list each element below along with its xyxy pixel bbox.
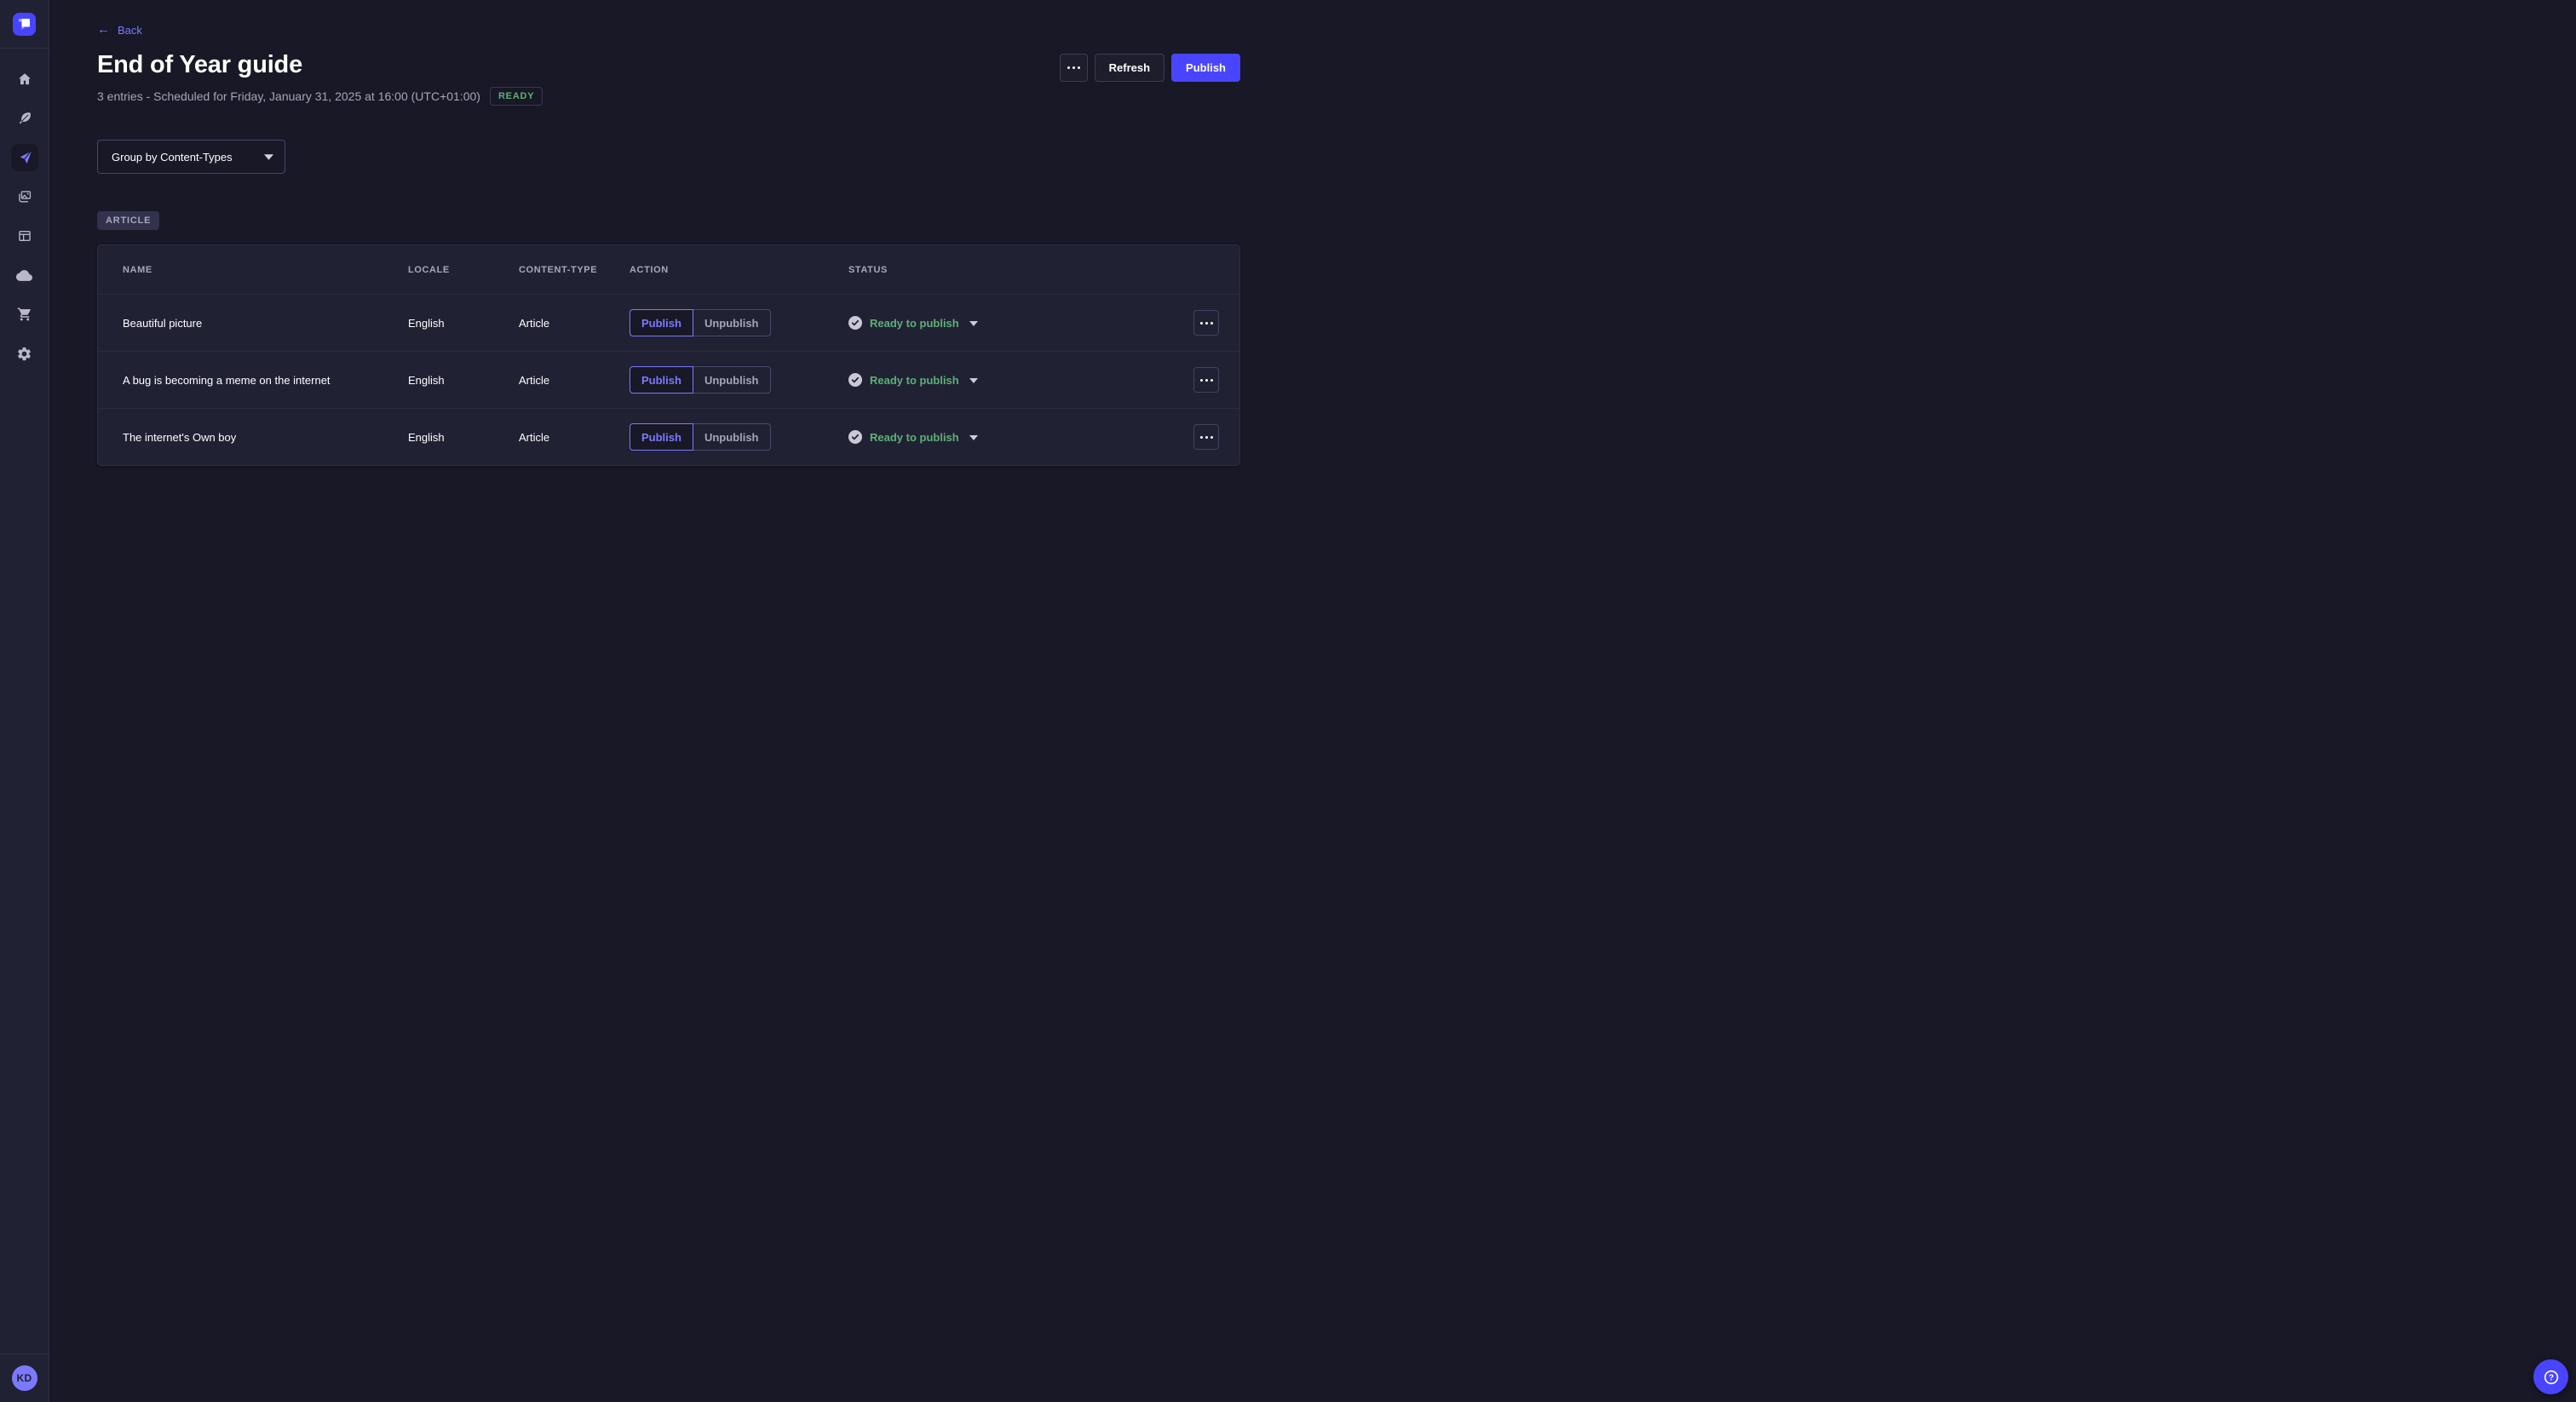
entry-name: Beautiful picture (123, 317, 408, 330)
check-circle-icon (848, 373, 862, 387)
entry-status-label: Ready to publish (870, 431, 959, 444)
publish-release-button[interactable]: Publish (1171, 54, 1240, 82)
action-toggle: Publish Unpublish (630, 423, 848, 451)
images-icon (17, 189, 32, 204)
table-row: The internet's Own boy English Article P… (98, 408, 1239, 465)
group-by-select[interactable]: Group by Content-Types (97, 140, 285, 174)
entry-status[interactable]: Ready to publish (848, 316, 1166, 330)
table-header-row: NAME LOCALE CONTENT-TYPE ACTION STATUS (98, 245, 1239, 294)
col-header-locale: LOCALE (408, 265, 519, 275)
gear-icon (16, 346, 32, 362)
sidebar-item-cloud[interactable] (0, 256, 49, 295)
sidebar: KD (0, 0, 49, 1402)
entry-content-type: Article (519, 431, 630, 444)
sidebar-item-home[interactable] (0, 60, 49, 99)
cloud-icon (16, 267, 32, 284)
home-icon (17, 72, 32, 87)
layout-icon (17, 228, 32, 244)
svg-text:?: ? (2548, 1373, 2553, 1382)
col-header-name: NAME (123, 265, 408, 275)
row-more-button[interactable] (1193, 424, 1219, 450)
table-row: Beautiful picture English Article Publis… (98, 294, 1239, 351)
logo-section (0, 0, 49, 49)
entry-content-type: Article (519, 317, 630, 330)
release-subtitle: 3 entries - Scheduled for Friday, Januar… (97, 89, 480, 103)
action-toggle: Publish Unpublish (630, 366, 848, 394)
sidebar-item-content-manager[interactable] (0, 99, 49, 138)
entry-status[interactable]: Ready to publish (848, 430, 1166, 444)
entry-status[interactable]: Ready to publish (848, 373, 1166, 387)
unpublish-option-button[interactable]: Unpublish (693, 423, 771, 451)
content-type-group-badge: ARTICLE (97, 211, 159, 230)
more-horizontal-icon (1200, 436, 1213, 439)
status-badge: READY (490, 87, 543, 106)
sidebar-nav (0, 49, 49, 373)
chevron-down-icon (969, 378, 978, 383)
entry-content-type: Article (519, 374, 630, 387)
row-more-button[interactable] (1193, 367, 1219, 393)
sidebar-item-releases[interactable] (0, 138, 49, 177)
group-by-label: Group by Content-Types (112, 151, 233, 164)
entry-name: The internet's Own boy (123, 431, 408, 444)
check-circle-icon (848, 430, 862, 444)
col-header-action: ACTION (630, 265, 848, 275)
help-button[interactable]: ? (2533, 1359, 2568, 1394)
table-row: A bug is becoming a meme on the internet… (98, 351, 1239, 408)
paper-plane-icon (17, 150, 32, 165)
more-options-button[interactable] (1060, 54, 1088, 82)
chevron-down-icon (969, 321, 978, 326)
back-arrow-icon: ← (97, 24, 110, 36)
entry-name: A bug is becoming a meme on the internet (123, 374, 408, 387)
back-label: Back (118, 24, 142, 37)
header-actions: Refresh Publish (1060, 54, 1240, 82)
back-link[interactable]: ← Back (97, 24, 142, 37)
entry-status-label: Ready to publish (870, 374, 959, 387)
sidebar-item-settings[interactable] (0, 334, 49, 373)
title-block: End of Year guide 3 entries - Scheduled … (97, 52, 543, 106)
main-content: ← Back End of Year guide 3 entries - Sch… (49, 0, 1288, 466)
entries-table: NAME LOCALE CONTENT-TYPE ACTION STATUS B… (97, 244, 1240, 466)
check-circle-icon (848, 316, 862, 330)
page-header: End of Year guide 3 entries - Scheduled … (97, 52, 1240, 106)
sidebar-item-marketplace[interactable] (0, 295, 49, 334)
user-avatar[interactable]: KD (12, 1365, 37, 1391)
sidebar-item-media-library[interactable] (0, 177, 49, 216)
row-more-button[interactable] (1193, 310, 1219, 336)
strapi-logo-icon[interactable] (13, 13, 36, 36)
unpublish-option-button[interactable]: Unpublish (693, 309, 771, 336)
sidebar-item-content-type-builder[interactable] (0, 216, 49, 256)
entry-locale: English (408, 431, 519, 444)
chevron-down-icon (969, 435, 978, 440)
entry-status-label: Ready to publish (870, 317, 959, 330)
action-toggle: Publish Unpublish (630, 309, 848, 336)
feather-icon (17, 111, 32, 126)
page-title: End of Year guide (97, 52, 543, 78)
refresh-button[interactable]: Refresh (1095, 54, 1164, 82)
col-header-content-type: CONTENT-TYPE (519, 265, 630, 275)
subtitle-row: 3 entries - Scheduled for Friday, Januar… (97, 87, 543, 106)
publish-option-button[interactable]: Publish (630, 423, 693, 451)
more-horizontal-icon (1067, 66, 1080, 69)
chevron-down-icon (264, 154, 273, 160)
sidebar-footer: KD (0, 1353, 49, 1402)
entry-locale: English (408, 317, 519, 330)
more-horizontal-icon (1200, 322, 1213, 325)
question-mark-icon: ? (2542, 1368, 2561, 1387)
col-header-status: STATUS (848, 265, 1166, 275)
publish-option-button[interactable]: Publish (630, 366, 693, 394)
cart-icon (17, 307, 32, 322)
entry-locale: English (408, 374, 519, 387)
unpublish-option-button[interactable]: Unpublish (693, 366, 771, 394)
more-horizontal-icon (1200, 379, 1213, 382)
publish-option-button[interactable]: Publish (630, 309, 693, 336)
